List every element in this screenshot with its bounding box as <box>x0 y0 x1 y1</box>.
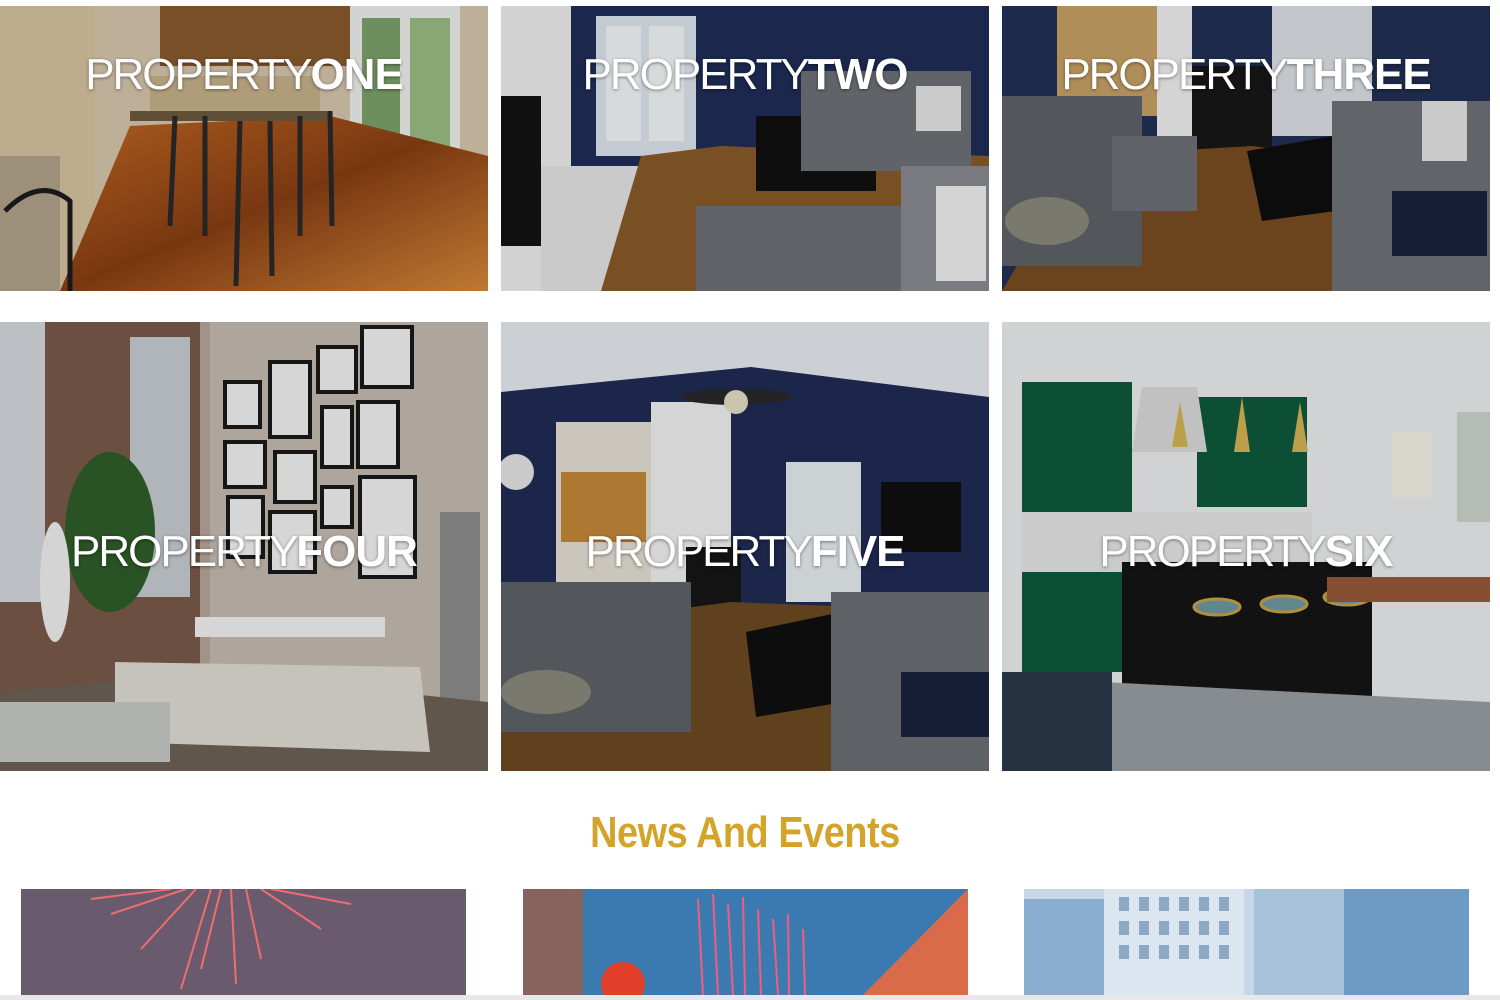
property-six-title-light: PROPERTY <box>1099 527 1326 576</box>
property-five-title-bold: FIVE <box>810 527 906 576</box>
property-five-title: PROPERTYFIVE <box>501 527 989 577</box>
news-card-office-towers[interactable] <box>1024 889 1469 995</box>
property-three-title-bold: THREE <box>1286 50 1432 99</box>
property-card-one[interactable]: PROPERTYONE <box>0 6 488 291</box>
news-card-fireworks-purple[interactable] <box>21 889 466 995</box>
property-five-title-light: PROPERTY <box>585 527 812 576</box>
property-card-three[interactable]: PROPERTYTHREE <box>1002 6 1490 291</box>
property-card-two[interactable]: PROPERTYTWO <box>501 6 989 291</box>
property-two-overlay <box>501 6 989 291</box>
property-card-five[interactable]: PROPERTYFIVE <box>501 322 989 771</box>
property-three-title-light: PROPERTY <box>1061 50 1288 99</box>
news-card-one-photo <box>21 889 466 995</box>
news-events-heading: News And Events <box>590 808 900 857</box>
property-four-title-light: PROPERTY <box>71 527 298 576</box>
property-two-title: PROPERTYTWO <box>501 50 989 100</box>
property-grid: PROPERTYONE PROPERTYTWO PROPERTYTHREE PR… <box>0 0 1500 780</box>
property-four-title-bold: FOUR <box>296 527 418 576</box>
property-one-overlay <box>0 6 488 291</box>
property-two-title-bold: TWO <box>807 50 909 99</box>
property-one-title-bold: ONE <box>310 50 403 99</box>
property-three-overlay <box>1002 6 1490 291</box>
property-two-title-light: PROPERTY <box>582 50 810 99</box>
horizontal-scrollbar[interactable] <box>0 995 1500 1000</box>
property-one-title-light: PROPERTY <box>85 50 312 99</box>
news-card-three-photo <box>1024 889 1469 995</box>
property-four-title: PROPERTYFOUR <box>0 527 488 577</box>
property-three-title: PROPERTYTHREE <box>1002 50 1490 100</box>
property-one-title: PROPERTYONE <box>0 50 488 100</box>
property-card-four[interactable]: PROPERTYFOUR <box>0 322 488 771</box>
property-card-six[interactable]: PROPERTYSIX <box>1002 322 1490 771</box>
property-six-title: PROPERTYSIX <box>1002 527 1490 577</box>
property-six-title-bold: SIX <box>1324 527 1394 576</box>
news-card-fireworks-blue[interactable] <box>523 889 968 995</box>
news-card-two-photo <box>523 889 968 995</box>
